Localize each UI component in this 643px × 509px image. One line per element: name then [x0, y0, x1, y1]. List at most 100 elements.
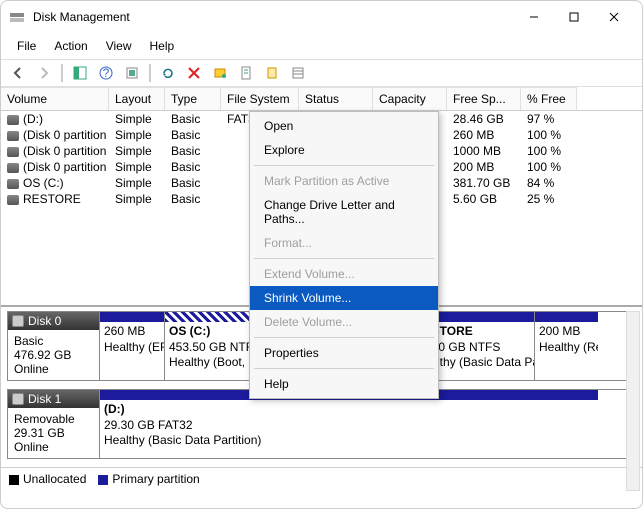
- cell-free: 200 MB: [447, 159, 521, 175]
- cell-pct: 25 %: [521, 191, 577, 207]
- ctx-format: Format...: [250, 231, 438, 255]
- cell-layout: Simple: [109, 111, 165, 127]
- close-button[interactable]: [594, 1, 634, 33]
- cell-layout: Simple: [109, 127, 165, 143]
- disk-row: Disk 1Removable29.31 GBOnline (D:) 29.30 G…: [7, 389, 636, 459]
- cell-free: 381.70 GB: [447, 175, 521, 191]
- svg-text:?: ?: [103, 66, 110, 80]
- menu-view[interactable]: View: [98, 35, 140, 57]
- disk-type: Basic: [14, 334, 93, 348]
- settings-icon[interactable]: [121, 62, 143, 84]
- ctx-separator: [254, 337, 434, 338]
- partition-size: 260 MB: [104, 324, 145, 338]
- cell-pct: 100 %: [521, 159, 577, 175]
- disk-status: Online: [14, 440, 93, 454]
- cell-name: (Disk 0 partition 4): [1, 143, 109, 159]
- partition-name: (D:): [104, 402, 125, 416]
- scrollbar[interactable]: [626, 311, 640, 491]
- menu-help[interactable]: Help: [142, 35, 183, 57]
- action-icon[interactable]: [209, 62, 231, 84]
- col-pct[interactable]: % Free: [521, 87, 577, 110]
- cell-name: OS (C:): [1, 175, 109, 191]
- maximize-button[interactable]: [554, 1, 594, 33]
- cell-pct: 97 %: [521, 111, 577, 127]
- volume-icon: [7, 115, 19, 125]
- col-layout[interactable]: Layout: [109, 87, 165, 110]
- disk-size: 29.31 GB: [14, 426, 93, 440]
- ctx-separator: [254, 258, 434, 259]
- disk-size: 476.92 GB: [14, 348, 93, 362]
- cell-layout: Simple: [109, 143, 165, 159]
- cell-layout: Simple: [109, 175, 165, 191]
- col-status[interactable]: Status: [299, 87, 373, 110]
- col-volume[interactable]: Volume: [1, 87, 109, 110]
- cell-name: (Disk 0 partition 6): [1, 159, 109, 175]
- legend-unallocated: Unallocated: [9, 472, 86, 486]
- col-free[interactable]: Free Sp...: [447, 87, 521, 110]
- ctx-shrink[interactable]: Shrink Volume...: [250, 286, 438, 310]
- menu-bar: File Action View Help: [1, 33, 642, 59]
- ctx-extend: Extend Volume...: [250, 262, 438, 286]
- menu-file[interactable]: File: [9, 35, 44, 57]
- properties-icon[interactable]: [235, 62, 257, 84]
- title-bar: Disk Management: [1, 1, 642, 33]
- partition-status: Healthy (Basic Data Partition): [104, 433, 261, 447]
- show-hide-tree-icon[interactable]: [69, 62, 91, 84]
- ctx-help[interactable]: Help: [250, 372, 438, 396]
- cell-type: Basic: [165, 127, 221, 143]
- col-type[interactable]: Type: [165, 87, 221, 110]
- context-menu: Open Explore Mark Partition as Active Ch…: [249, 111, 439, 399]
- disk-status: Online: [14, 362, 93, 376]
- forward-button[interactable]: [33, 62, 55, 84]
- back-button[interactable]: [7, 62, 29, 84]
- ctx-mark-active: Mark Partition as Active: [250, 169, 438, 193]
- toolbar-separator: [61, 64, 63, 82]
- menu-action[interactable]: Action: [46, 35, 95, 57]
- cell-free: 260 MB: [447, 127, 521, 143]
- ctx-delete: Delete Volume...: [250, 310, 438, 334]
- col-fs[interactable]: File System: [221, 87, 299, 110]
- partition-status: Healthy (EFI :: [104, 340, 164, 354]
- partition[interactable]: 260 MB Healthy (EFI :: [100, 312, 164, 380]
- disk-name: Disk 0: [28, 314, 61, 328]
- partition-size: 29.30 GB FAT32: [104, 418, 193, 432]
- ctx-separator: [254, 165, 434, 166]
- partition-name: OS (C:): [169, 324, 210, 338]
- disk-icon: [12, 315, 24, 327]
- cell-pct: 84 %: [521, 175, 577, 191]
- minimize-button[interactable]: [514, 1, 554, 33]
- disk-label[interactable]: Disk 1Removable29.31 GBOnline: [8, 390, 100, 458]
- cell-type: Basic: [165, 111, 221, 127]
- refresh-icon[interactable]: [157, 62, 179, 84]
- new-icon[interactable]: [261, 62, 283, 84]
- cell-free: 1000 MB: [447, 143, 521, 159]
- volume-columns: Volume Layout Type File System Status Ca…: [1, 87, 642, 111]
- cell-pct: 100 %: [521, 143, 577, 159]
- cell-layout: Simple: [109, 159, 165, 175]
- list-icon[interactable]: [287, 62, 309, 84]
- help-icon[interactable]: ?: [95, 62, 117, 84]
- cell-name: (Disk 0 partition 1): [1, 127, 109, 143]
- ctx-change-letter[interactable]: Change Drive Letter and Paths...: [250, 193, 438, 231]
- volume-icon: [7, 179, 19, 189]
- toolbar: ?: [1, 59, 642, 87]
- ctx-properties[interactable]: Properties: [250, 341, 438, 365]
- ctx-explore[interactable]: Explore: [250, 138, 438, 162]
- disk-label[interactable]: Disk 0 Basic476.92 GBOnline: [8, 312, 100, 380]
- toolbar-separator: [149, 64, 151, 82]
- disk-icon: [12, 393, 24, 405]
- ctx-separator: [254, 368, 434, 369]
- col-capacity[interactable]: Capacity: [373, 87, 447, 110]
- cell-type: Basic: [165, 143, 221, 159]
- partition[interactable]: (D:) 29.30 GB FAT32Healthy (Basic Data Pa…: [100, 390, 598, 458]
- cell-layout: Simple: [109, 191, 165, 207]
- volume-icon: [7, 131, 19, 141]
- ctx-open[interactable]: Open: [250, 114, 438, 138]
- delete-icon[interactable]: [183, 62, 205, 84]
- cell-free: 28.46 GB: [447, 111, 521, 127]
- legend: Unallocated Primary partition: [1, 467, 642, 490]
- partition[interactable]: 200 MBHealthy (Rec: [534, 312, 598, 380]
- cell-free: 5.60 GB: [447, 191, 521, 207]
- disk-type: Removable: [14, 412, 93, 426]
- partition-size: 453.50 GB NTFS: [169, 340, 261, 354]
